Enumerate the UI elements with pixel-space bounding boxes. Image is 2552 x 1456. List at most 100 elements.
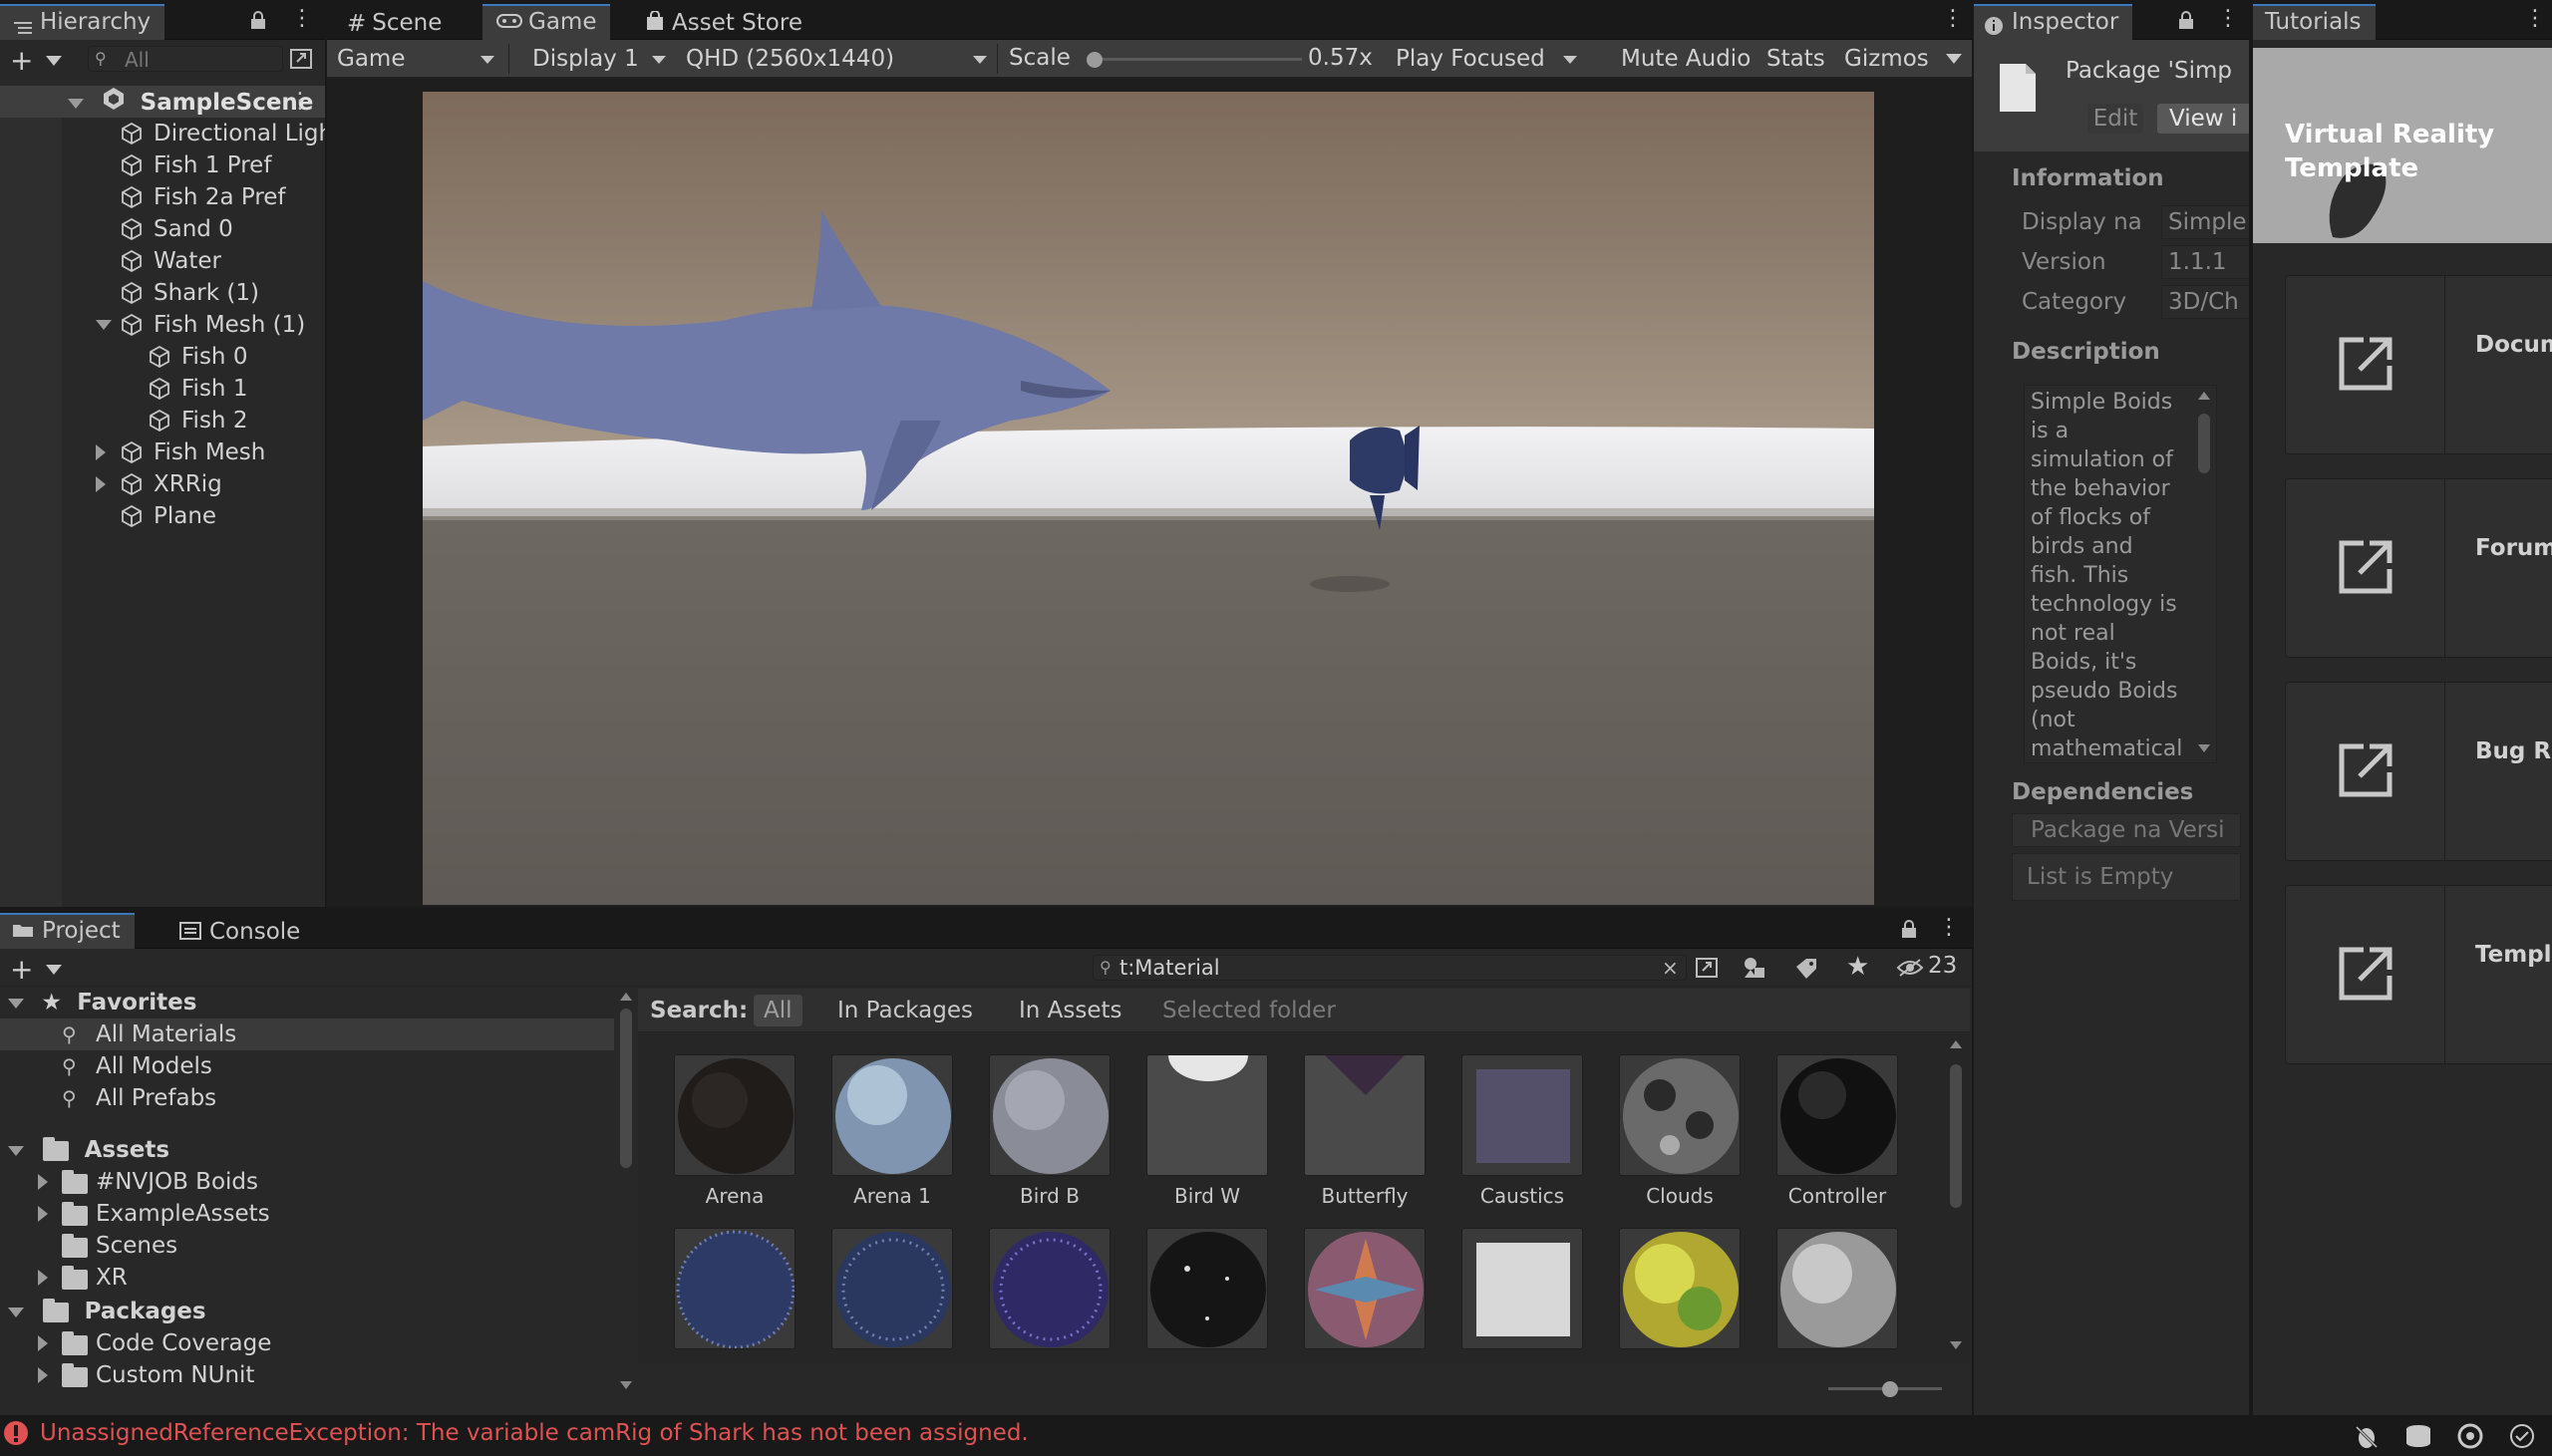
tutorials-banner[interactable]: Virtual Reality Template (2253, 48, 2552, 243)
material-thumbnail[interactable] (1146, 1054, 1268, 1176)
folder-tree-scroll-thumb[interactable] (620, 1009, 632, 1168)
hierarchy-item[interactable]: XRRig (0, 468, 325, 500)
tab-tutorials[interactable]: Tutorials (2253, 4, 2376, 40)
stats-toggle[interactable]: Stats (1756, 40, 1825, 78)
expand-arrow-icon[interactable] (68, 98, 84, 109)
expand-arrow-icon[interactable] (38, 1206, 48, 1222)
debug-icon[interactable] (2353, 1423, 2381, 1455)
scope-all-button[interactable]: All (754, 995, 802, 1026)
material-thumbnail[interactable] (989, 1228, 1111, 1349)
favorite-item[interactable]: ⚲ All Materials (0, 1019, 614, 1050)
hierarchy-item[interactable]: Sand 0 (0, 213, 325, 245)
description-scrollbar[interactable] (2194, 386, 2214, 762)
add-dropdown-icon[interactable] (46, 965, 62, 975)
clear-search-icon[interactable]: × (1662, 956, 1679, 980)
expand-arrow-icon[interactable] (38, 1174, 48, 1190)
material-thumbnail[interactable] (1304, 1054, 1426, 1176)
hierarchy-item[interactable]: Water (0, 245, 325, 277)
game-viewport[interactable] (423, 92, 1874, 905)
material-thumbnail[interactable] (1776, 1054, 1898, 1176)
display-dropdown[interactable]: Display 1 (514, 40, 674, 78)
scroll-down-icon[interactable] (2198, 744, 2210, 752)
tutorial-card[interactable]: Docum (2285, 275, 2552, 454)
tab-scene[interactable]: # Scene (333, 6, 456, 40)
expand-arrow-icon[interactable] (96, 476, 106, 492)
asset-grid-scroll-thumb[interactable] (1950, 1064, 1962, 1208)
hierarchy-item[interactable]: Plane (0, 500, 325, 532)
inspector-menu-icon[interactable]: ⋮ (2217, 8, 2239, 32)
package-folder[interactable]: Custom NUnit (0, 1359, 614, 1391)
lighting-icon[interactable] (2456, 1422, 2484, 1456)
tutorial-card[interactable]: Templ (2285, 885, 2552, 1064)
thumbnail-size-thumb[interactable] (1882, 1381, 1898, 1397)
view-mode-dropdown[interactable]: Game (327, 40, 502, 78)
asset-folder[interactable]: #NVJOB Boids (0, 1166, 614, 1198)
lock-icon[interactable] (249, 11, 267, 37)
folder-tree-scrollbar[interactable] (616, 989, 636, 1397)
play-mode-dropdown[interactable]: Play Focused (1386, 40, 1585, 78)
scene-menu-icon[interactable]: ⋮ (289, 86, 311, 118)
hierarchy-item[interactable]: Directional Light (0, 118, 325, 149)
favorite-item[interactable]: ⚲ All Models (0, 1050, 614, 1082)
material-thumbnail[interactable] (1619, 1054, 1741, 1176)
hierarchy-item[interactable]: Fish 2a Pref (0, 181, 325, 213)
expand-arrow-icon[interactable] (38, 1367, 48, 1383)
hierarchy-menu-icon[interactable]: ⋮ (291, 8, 313, 32)
packages-row[interactable]: Packages (0, 1296, 206, 1327)
scope-selected-folder-button[interactable]: Selected folder (1162, 998, 1336, 1023)
favorite-star-icon[interactable]: ★ (1846, 952, 1869, 982)
hierarchy-item[interactable]: Shark (1) (0, 277, 325, 309)
gizmos-toggle[interactable]: Gizmos (1834, 40, 1929, 78)
scroll-up-icon[interactable] (1950, 1040, 1962, 1048)
hidden-packages-icon[interactable] (1896, 958, 1924, 984)
mute-audio-toggle[interactable]: Mute Audio (1611, 40, 1751, 78)
field-value[interactable]: Simple (2161, 205, 2249, 239)
scope-in-assets-button[interactable]: In Assets (1019, 998, 1122, 1023)
lock-icon[interactable] (1900, 920, 1918, 946)
asset-folder[interactable]: Scenes (0, 1230, 614, 1262)
hierarchy-item[interactable]: Fish Mesh (1) (0, 309, 325, 341)
material-thumbnail[interactable] (1776, 1228, 1898, 1349)
tab-project[interactable]: Project (0, 913, 135, 949)
add-icon[interactable]: + (10, 953, 33, 986)
tab-console[interactable]: Console (165, 915, 314, 949)
search-mode-icon[interactable] (1695, 957, 1719, 985)
edit-button[interactable]: Edit (2087, 104, 2143, 134)
expand-arrow-icon[interactable] (38, 1335, 48, 1351)
hierarchy-search-input[interactable]: ⚲ All (88, 46, 283, 72)
assets-row[interactable]: Assets (0, 1134, 169, 1166)
gizmos-dropdown-icon[interactable] (1946, 54, 1962, 64)
hierarchy-item[interactable]: Fish 1 Pref (0, 149, 325, 181)
scroll-up-icon[interactable] (620, 993, 632, 1001)
game-panel-menu-icon[interactable]: ⋮ (1942, 8, 1964, 32)
lock-icon[interactable] (2177, 11, 2195, 37)
project-search-input[interactable]: ⚲ t:Material × (1093, 955, 1687, 981)
view-button[interactable]: View i (2157, 104, 2249, 134)
resolution-dropdown[interactable]: QHD (2560x1440) (676, 40, 995, 78)
expand-arrow-icon[interactable] (96, 320, 112, 330)
add-icon[interactable]: + (10, 44, 33, 77)
asset-folder[interactable]: XR (0, 1262, 614, 1294)
package-folder[interactable]: Code Coverage (0, 1327, 614, 1359)
expand-arrow-icon[interactable] (38, 1270, 48, 1286)
scroll-down-icon[interactable] (1950, 1341, 1962, 1349)
hierarchy-item[interactable]: Fish 1 (0, 373, 325, 405)
scene-row[interactable]: SampleScene ⋮ (0, 86, 325, 118)
material-thumbnail[interactable] (674, 1054, 796, 1176)
tab-hierarchy[interactable]: Hierarchy (0, 4, 165, 40)
field-value[interactable]: 3D/Ch (2161, 285, 2249, 319)
project-menu-icon[interactable]: ⋮ (1938, 917, 1960, 941)
material-thumbnail[interactable] (1619, 1228, 1741, 1349)
scale-slider[interactable] (1087, 52, 1302, 68)
scroll-up-icon[interactable] (2198, 392, 2210, 400)
cache-server-icon[interactable] (2404, 1423, 2432, 1455)
filter-by-type-icon[interactable] (1743, 956, 1768, 986)
material-thumbnail[interactable] (831, 1054, 953, 1176)
material-thumbnail[interactable] (674, 1228, 796, 1349)
hierarchy-item[interactable]: Fish 0 (0, 341, 325, 373)
material-thumbnail[interactable] (989, 1054, 1111, 1176)
material-thumbnail[interactable] (1461, 1228, 1583, 1349)
tab-inspector[interactable]: Inspector (1974, 4, 2133, 40)
field-value[interactable]: 1.1.1 (2161, 245, 2249, 279)
add-dropdown-icon[interactable] (46, 56, 62, 66)
